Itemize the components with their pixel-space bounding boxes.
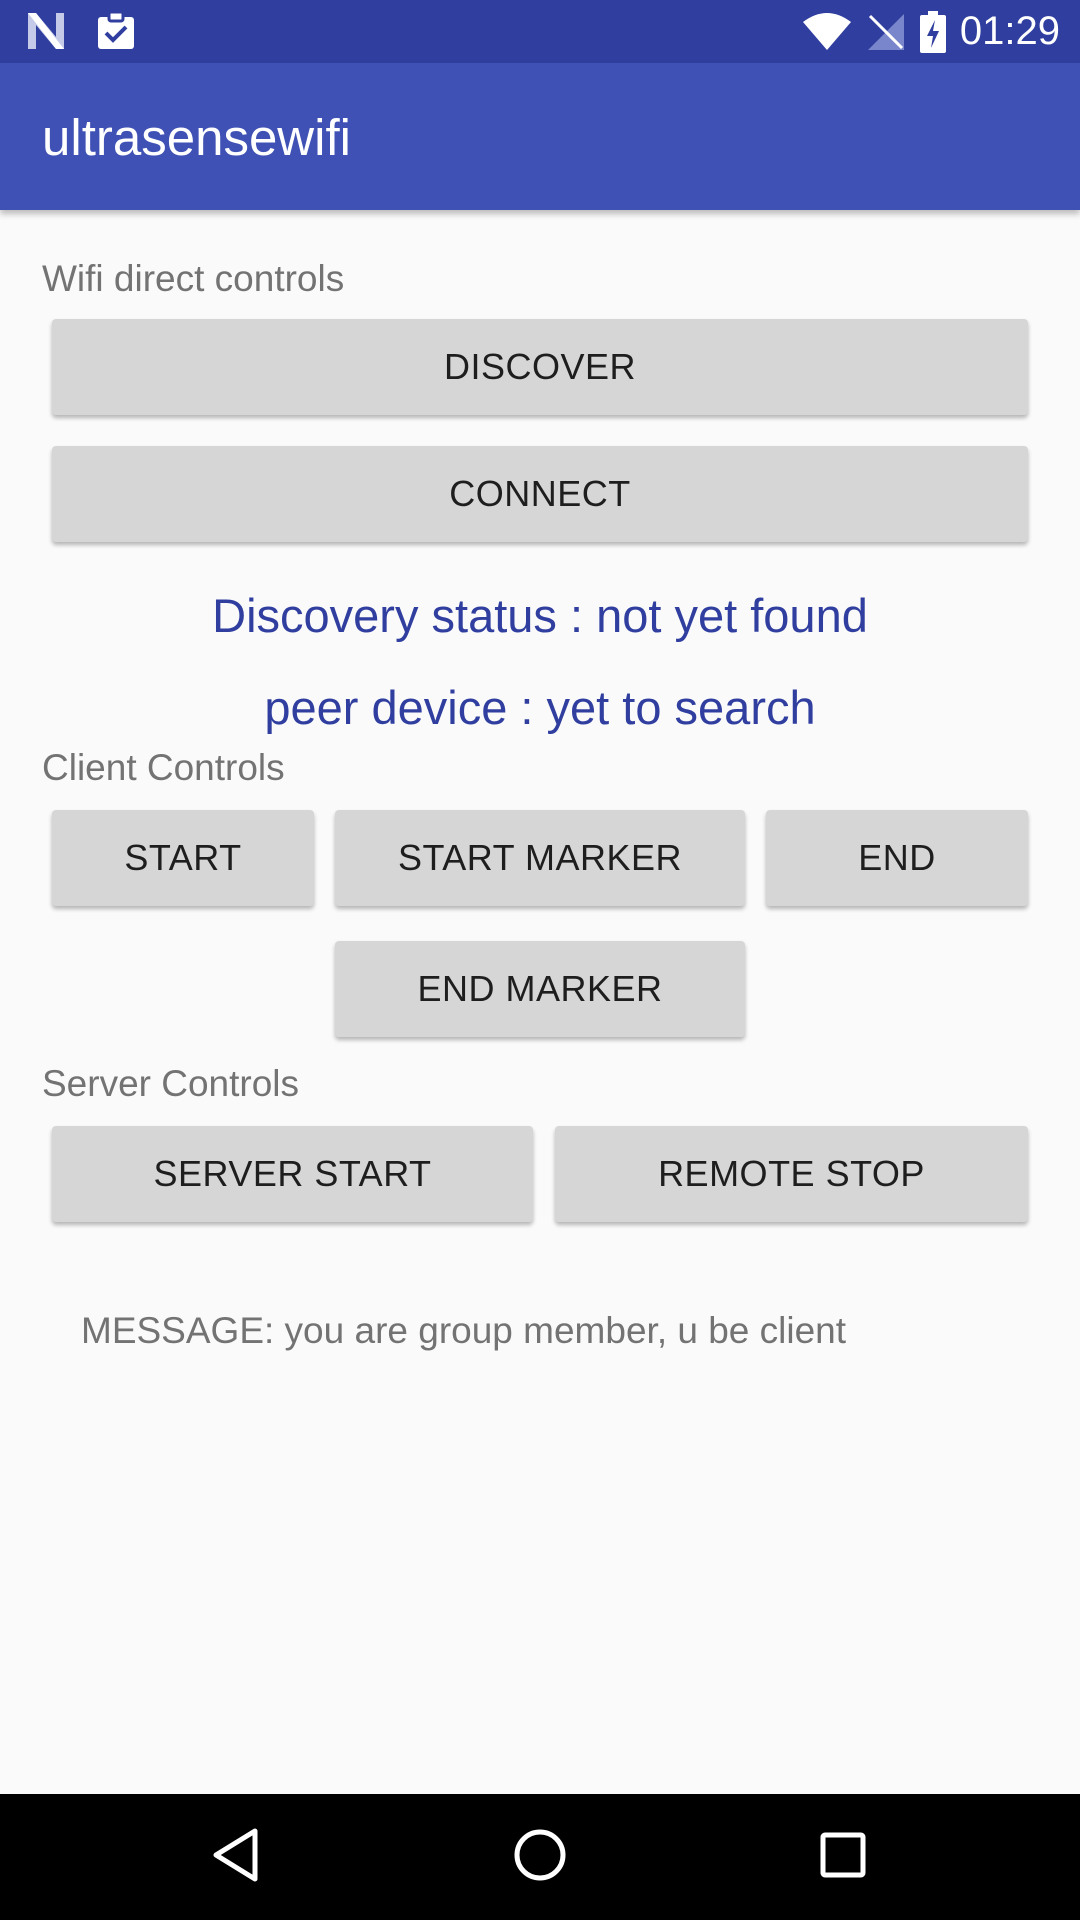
peer-device-text: peer device : yet to search: [264, 681, 816, 734]
n-logo-icon: [26, 11, 66, 51]
back-button[interactable]: [173, 1794, 299, 1920]
recents-button[interactable]: [780, 1794, 906, 1920]
clipboard-check-icon: [96, 10, 136, 51]
discovery-status-text: Discovery status : not yet found: [212, 589, 868, 642]
home-button[interactable]: [477, 1794, 603, 1920]
navigation-bar: [0, 1794, 1080, 1920]
back-icon: [211, 1828, 261, 1887]
home-icon: [513, 1828, 567, 1887]
server-controls-label: Server Controls: [42, 1063, 300, 1104]
connect-button[interactable]: CONNECT: [52, 446, 1028, 542]
client-controls-label: Client Controls: [42, 747, 285, 788]
app-title: ultrasensewifi: [42, 109, 351, 166]
recents-icon: [820, 1832, 866, 1883]
start-button[interactable]: START: [52, 810, 314, 906]
server-start-button[interactable]: SERVER START: [52, 1126, 533, 1222]
end-button[interactable]: END: [766, 810, 1028, 906]
discover-button[interactable]: DISCOVER: [52, 319, 1028, 415]
start-marker-button[interactable]: START MARKER: [335, 810, 745, 906]
wifi-direct-controls-label: Wifi direct controls: [42, 258, 345, 299]
wifi-icon: [802, 12, 852, 52]
battery-charging-icon: [919, 10, 946, 53]
status-bar: 01:29: [0, 0, 1080, 63]
message-text: MESSAGE: you are group member, u be clie…: [81, 1310, 847, 1351]
end-marker-button[interactable]: END MARKER: [335, 941, 745, 1037]
app-bar: ultrasensewifi: [0, 63, 1080, 210]
remote-stop-button[interactable]: REMOTE STOP: [555, 1126, 1028, 1222]
status-time: 01:29: [959, 9, 1060, 53]
no-signal-icon: [866, 12, 906, 52]
